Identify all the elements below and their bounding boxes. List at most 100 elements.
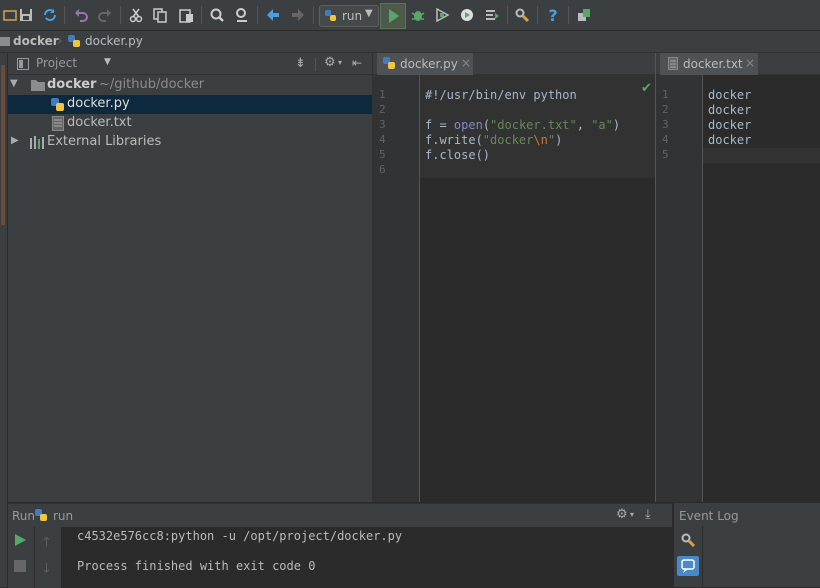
forward-icon[interactable] <box>288 5 308 25</box>
project-stripe-button[interactable] <box>1 65 5 225</box>
event-log-panel: Event Log <box>673 503 820 587</box>
tree-external-label: External Libraries <box>47 134 162 149</box>
hide-panel-icon[interactable]: ⤓ <box>645 507 651 522</box>
tab-docker-txt[interactable]: docker.txt × <box>660 53 758 75</box>
code-area[interactable]: #!/usr/bin/env python f = open("docker.t… <box>420 75 655 502</box>
find-icon[interactable] <box>207 5 227 25</box>
line-number: 5 <box>379 148 386 161</box>
redo-icon[interactable] <box>95 5 115 25</box>
line-gutter: 1 2 3 4 5 <box>656 75 703 502</box>
text-line: docker <box>708 118 752 132</box>
run-config-label: run <box>342 9 363 23</box>
down-arrow-icon[interactable]: 🡓 <box>43 559 50 581</box>
code-line-5: f.close() <box>425 148 491 162</box>
coverage-icon[interactable] <box>432 5 452 25</box>
python-icon <box>324 9 337 25</box>
tool-window-strip <box>0 53 8 587</box>
settings-icon[interactable] <box>512 5 532 25</box>
line-number: 3 <box>662 118 669 131</box>
run-panel: Run run ⚙ ▾ ⤓ 🡑 🡓 c4532e576cc8:python -u… <box>8 503 672 588</box>
undo-icon[interactable] <box>71 5 91 25</box>
text-line: docker <box>708 103 752 117</box>
folder-icon <box>0 35 10 50</box>
balloon-icon[interactable] <box>677 556 699 576</box>
tree-file-docker-txt[interactable]: docker.txt <box>8 114 372 133</box>
paste-icon[interactable] <box>176 5 196 25</box>
hide-panel-icon[interactable]: ⇤ <box>352 56 362 70</box>
stop-icon[interactable] <box>14 560 26 575</box>
copy-icon[interactable] <box>150 5 170 25</box>
python-file-icon <box>383 57 396 73</box>
line-number: 4 <box>379 133 386 146</box>
library-icon <box>30 136 45 153</box>
replace-icon[interactable] <box>232 5 252 25</box>
python-icon <box>35 509 48 525</box>
gear-dropdown-icon[interactable]: ▾ <box>630 510 634 519</box>
rerun-icon[interactable] <box>13 533 27 550</box>
tree-file-label: docker.py <box>67 96 130 111</box>
debug-icon[interactable] <box>408 5 428 25</box>
code-line-4: f.write("docker\n") <box>425 133 563 147</box>
code-line-3: f = open("docker.txt", "a") <box>425 118 621 132</box>
line-number: 5 <box>662 148 669 161</box>
run-config-selector[interactable]: run ▼ <box>319 5 379 27</box>
collapse-all-icon[interactable]: ⇟ <box>295 56 306 71</box>
inspection-ok-icon[interactable]: ✔ <box>641 81 652 96</box>
tree-root-name: docker <box>47 77 97 92</box>
tab-docker-py[interactable]: docker.py × <box>377 53 473 75</box>
tree-external-libraries[interactable]: ▶ External Libraries <box>8 133 372 152</box>
line-number: 4 <box>662 133 669 146</box>
close-icon[interactable]: × <box>745 56 755 70</box>
tree-root-docker[interactable]: ▼ docker ~/github/docker <box>8 76 372 95</box>
editor-docker-py: docker.py × 1 2 3 4 5 6 #!/usr/bin/env p… <box>373 53 655 502</box>
tab-label: docker.txt <box>683 57 743 71</box>
line-number: 2 <box>662 103 669 116</box>
line-number: 1 <box>379 88 386 101</box>
tree-file-label: docker.txt <box>67 115 132 130</box>
sync-icon[interactable] <box>40 5 60 25</box>
line-number: 6 <box>379 163 386 176</box>
help-icon[interactable]: ? <box>543 5 563 25</box>
breadcrumb-root[interactable]: docker <box>13 34 59 48</box>
expand-arrow-icon[interactable]: ▼ <box>10 78 18 89</box>
run-nav-toolbar: 🡑 🡓 <box>35 527 61 588</box>
run-toolbar <box>8 527 34 588</box>
code-area[interactable]: docker docker docker docker <box>703 75 820 502</box>
text-line: docker <box>708 88 752 102</box>
line-number: 2 <box>379 103 386 116</box>
save-icon[interactable] <box>16 5 36 25</box>
run-config-name[interactable]: run <box>53 509 73 523</box>
breadcrumb-file[interactable]: docker.py <box>85 34 143 48</box>
project-view-selector[interactable]: Project <box>36 56 77 70</box>
settings-icon[interactable] <box>680 532 696 551</box>
close-icon[interactable]: × <box>461 56 471 70</box>
run-command-line: c4532e576cc8:python -u /opt/project/dock… <box>77 529 403 543</box>
concurrency-icon[interactable] <box>482 5 502 25</box>
line-gutter: 1 2 3 4 5 6 <box>373 75 420 502</box>
vcs-icon[interactable] <box>574 5 594 25</box>
chevron-right-icon: › <box>136 33 142 49</box>
back-icon[interactable] <box>263 5 283 25</box>
project-view-icon <box>17 58 29 73</box>
cut-icon[interactable] <box>126 5 146 25</box>
tab-label: docker.py <box>400 57 458 71</box>
run-button[interactable] <box>380 3 406 29</box>
python-file-icon <box>68 35 81 51</box>
profile-icon[interactable] <box>457 5 477 25</box>
project-panel: Project ▼ ⇟ ⚙ ▾ ⇤ ▼ docker ~/github/dock… <box>8 53 372 502</box>
gear-icon[interactable]: ⚙ <box>324 55 336 70</box>
tree-file-docker-py[interactable]: docker.py <box>8 95 372 114</box>
expand-arrow-icon[interactable]: ▶ <box>11 135 19 146</box>
chevron-down-icon[interactable]: ▼ <box>104 57 111 67</box>
project-header: Project ▼ ⇟ ⚙ ▾ ⇤ <box>8 53 372 75</box>
editor-tabbar: docker.txt × <box>656 53 820 75</box>
gear-dropdown-icon[interactable]: ▾ <box>338 58 342 67</box>
run-panel-header: Run run ⚙ ▾ ⤓ <box>8 504 672 527</box>
up-arrow-icon[interactable]: 🡑 <box>43 533 50 555</box>
breadcrumb: docker › docker.py › <box>0 31 820 53</box>
code-line-1: #!/usr/bin/env python <box>425 88 577 102</box>
run-exit-message: Process finished with exit code 0 <box>77 559 316 573</box>
chevron-down-icon: ▼ <box>365 8 373 19</box>
gear-icon[interactable]: ⚙ <box>616 507 628 522</box>
folder-icon <box>31 79 45 95</box>
